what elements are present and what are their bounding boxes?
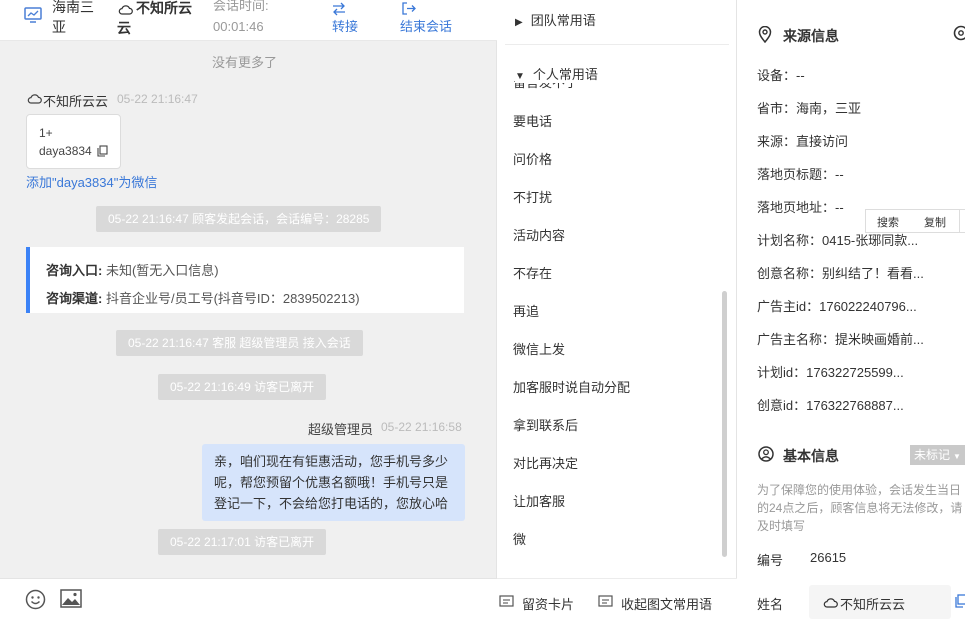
phrase-item[interactable]: 不打扰 [513,187,552,206]
creative-name-row: 创意名称：别纠结了！看看... [757,266,924,281]
menu-divider [959,210,960,232]
transfer-button[interactable]: 转接 [332,17,358,37]
source-info-title: 来源信息 [783,28,839,44]
visitor-msg-time: 05-22 21:16:47 [117,92,198,106]
landing-url-row: 落地页地址：-- [757,200,844,215]
personal-group-label: 个人常用语 [532,67,598,82]
card-line2: daya3834 [39,144,92,158]
copy-icon[interactable] [955,594,965,608]
copy-icon[interactable] [97,145,108,157]
team-group-label: 团队常用语 [530,13,596,28]
form-card-icon[interactable] [499,595,514,609]
device-row: 设备：-- [757,68,805,83]
team-phrases-group[interactable]: ▶ 团队常用语 [515,10,596,29]
caret-down-icon: ▼ [953,452,961,461]
text-context-menu: 搜索 复制 [865,209,965,233]
customer-info-panel: 来源信息 设备：-- 省市：海南，三亚 来源：直接访问 落地页标题：-- 落地页… [737,0,965,630]
exit-icon[interactable] [401,1,417,16]
cloud-icon [27,94,42,104]
chat-input-toolbar [0,578,497,630]
duration-value: 00:01:46 [213,19,264,34]
no-more-label: 没有更多了 [212,55,278,70]
user-circle-icon [758,446,774,462]
end-session-button[interactable]: 结束会话 [400,17,452,37]
edit-notice: 为了保障您的使用体验，会话发生当日的24点之后，顾客信息将无法修改，请及时填写 [757,483,963,533]
caret-right-icon: ▶ [515,17,523,28]
entry-value: 未知(暂无入口信息) [102,263,219,278]
agent-msg-time: 05-22 21:16:58 [381,420,462,434]
channel-value: 抖音企业号/员工号(抖音号ID：2839502213) [102,291,360,306]
duration-label: 会话时间: [213,0,269,13]
plan-id-row: 计划id：176322725599... [757,365,904,380]
system-message: 05-22 21:16:47 客服 超级管理员 接入会话 [116,330,363,356]
tag-label: 未标记 [914,448,951,462]
system-message: 05-22 21:16:49 访客已离开 [158,374,327,400]
phrase-item[interactable]: 要电话 [513,111,552,130]
name-value: 不知所云云 [840,597,906,612]
phrases-footer: 留资卡片 收起图文常用语 [497,578,737,630]
province-row: 省市：海南，三亚 [757,101,862,116]
emoji-icon[interactable] [25,589,46,610]
id-label: 编号 [757,553,784,568]
search-menu-item[interactable]: 搜索 [877,214,899,230]
monitor-icon [24,7,42,23]
phrase-item[interactable]: 对比再决定 [513,453,578,472]
message-list[interactable]: 没有更多了 不知所云云 05-22 21:16:47 1+ daya3834 添… [0,41,497,578]
settings-icon[interactable] [953,25,965,41]
divider [505,44,729,45]
system-message: 05-22 21:16:47 顾客发起会话，会话编号：28285 [96,206,382,232]
advertiser-id-row: 广告主id：176022240796... [757,299,917,314]
collapse-phrases-button[interactable]: 收起图文常用语 [621,594,712,613]
card-line1: 1+ [39,126,53,140]
source-row: 来源：直接访问 [757,134,849,149]
visitor-location: 海南三亚 [52,0,94,35]
creative-id-row: 创意id：176322768887... [757,398,904,413]
system-message: 05-22 21:17:01 访客已离开 [158,529,327,555]
agent-name: 超级管理员 [308,422,374,437]
add-wechat-link[interactable]: 添加"daya3834"为微信 [26,172,157,191]
personal-phrases-group[interactable]: ▼ 个人常用语 [515,64,715,83]
lead-card-button[interactable]: 留资卡片 [522,594,574,613]
tag-dropdown[interactable]: 未标记 ▼ [910,445,965,465]
quick-phrases-panel: ▶ 团队常用语 留言发不了 ▼ 个人常用语 要电话 问价格 不打扰 活动内容 不存在… [497,0,737,630]
image-icon[interactable] [60,589,82,608]
advertiser-name-row: 广告主名称：提米映画婚前... [757,332,924,347]
phrases-scrollbar[interactable] [722,291,727,557]
consult-info-box: 咨询入口: 未知(暂无入口信息) 咨询渠道: 抖音企业号/员工号(抖音号ID：2… [26,247,464,313]
id-value: 26615 [810,550,847,565]
caret-down-icon: ▼ [515,71,525,82]
entry-label: 咨询入口: [46,263,103,278]
visitor-msg-name: 不知所云云 [43,94,109,109]
chat-panel: 海南三亚 不知所云云 会话时间: 00:01:46 转接 结束会话 没有更多了 … [0,0,497,630]
chat-header: 海南三亚 不知所云云 会话时间: 00:01:46 转接 结束会话 [0,0,497,41]
agent-message-bubble: 亲，咱们现在有钜惠活动，您手机号多少呢，帮您预留个优惠名额哦！手机号只是登记一下… [202,444,465,521]
location-pin-icon [758,26,772,43]
phrase-item[interactable]: 微信上发 [513,339,565,358]
copy-menu-item[interactable]: 复制 [924,214,946,230]
cloud-icon [823,598,838,608]
transfer-icon[interactable] [331,2,347,16]
landing-title-row: 落地页标题：-- [757,167,844,182]
name-input[interactable]: 不知所云云 [809,585,951,619]
phrase-item[interactable]: 再追 [513,301,539,320]
contact-card[interactable]: 1+ daya3834 [26,114,121,169]
phrase-item[interactable]: 问价格 [513,149,552,168]
phrase-item[interactable]: 让加客服 [513,491,565,510]
visitor-name: 不知所云云 [117,0,192,36]
collapse-phrases-icon[interactable] [598,595,613,609]
phrase-item[interactable]: 微 [513,529,526,548]
basic-info-title: 基本信息 [783,448,839,464]
name-label: 姓名 [757,597,784,612]
phrase-item[interactable]: 加客服时说自动分配 [513,377,630,396]
phrase-item[interactable]: 不存在 [513,263,552,282]
phrase-item[interactable]: 拿到联系后 [513,415,578,434]
phrase-item[interactable]: 活动内容 [513,225,565,244]
channel-label: 咨询渠道: [46,291,103,306]
